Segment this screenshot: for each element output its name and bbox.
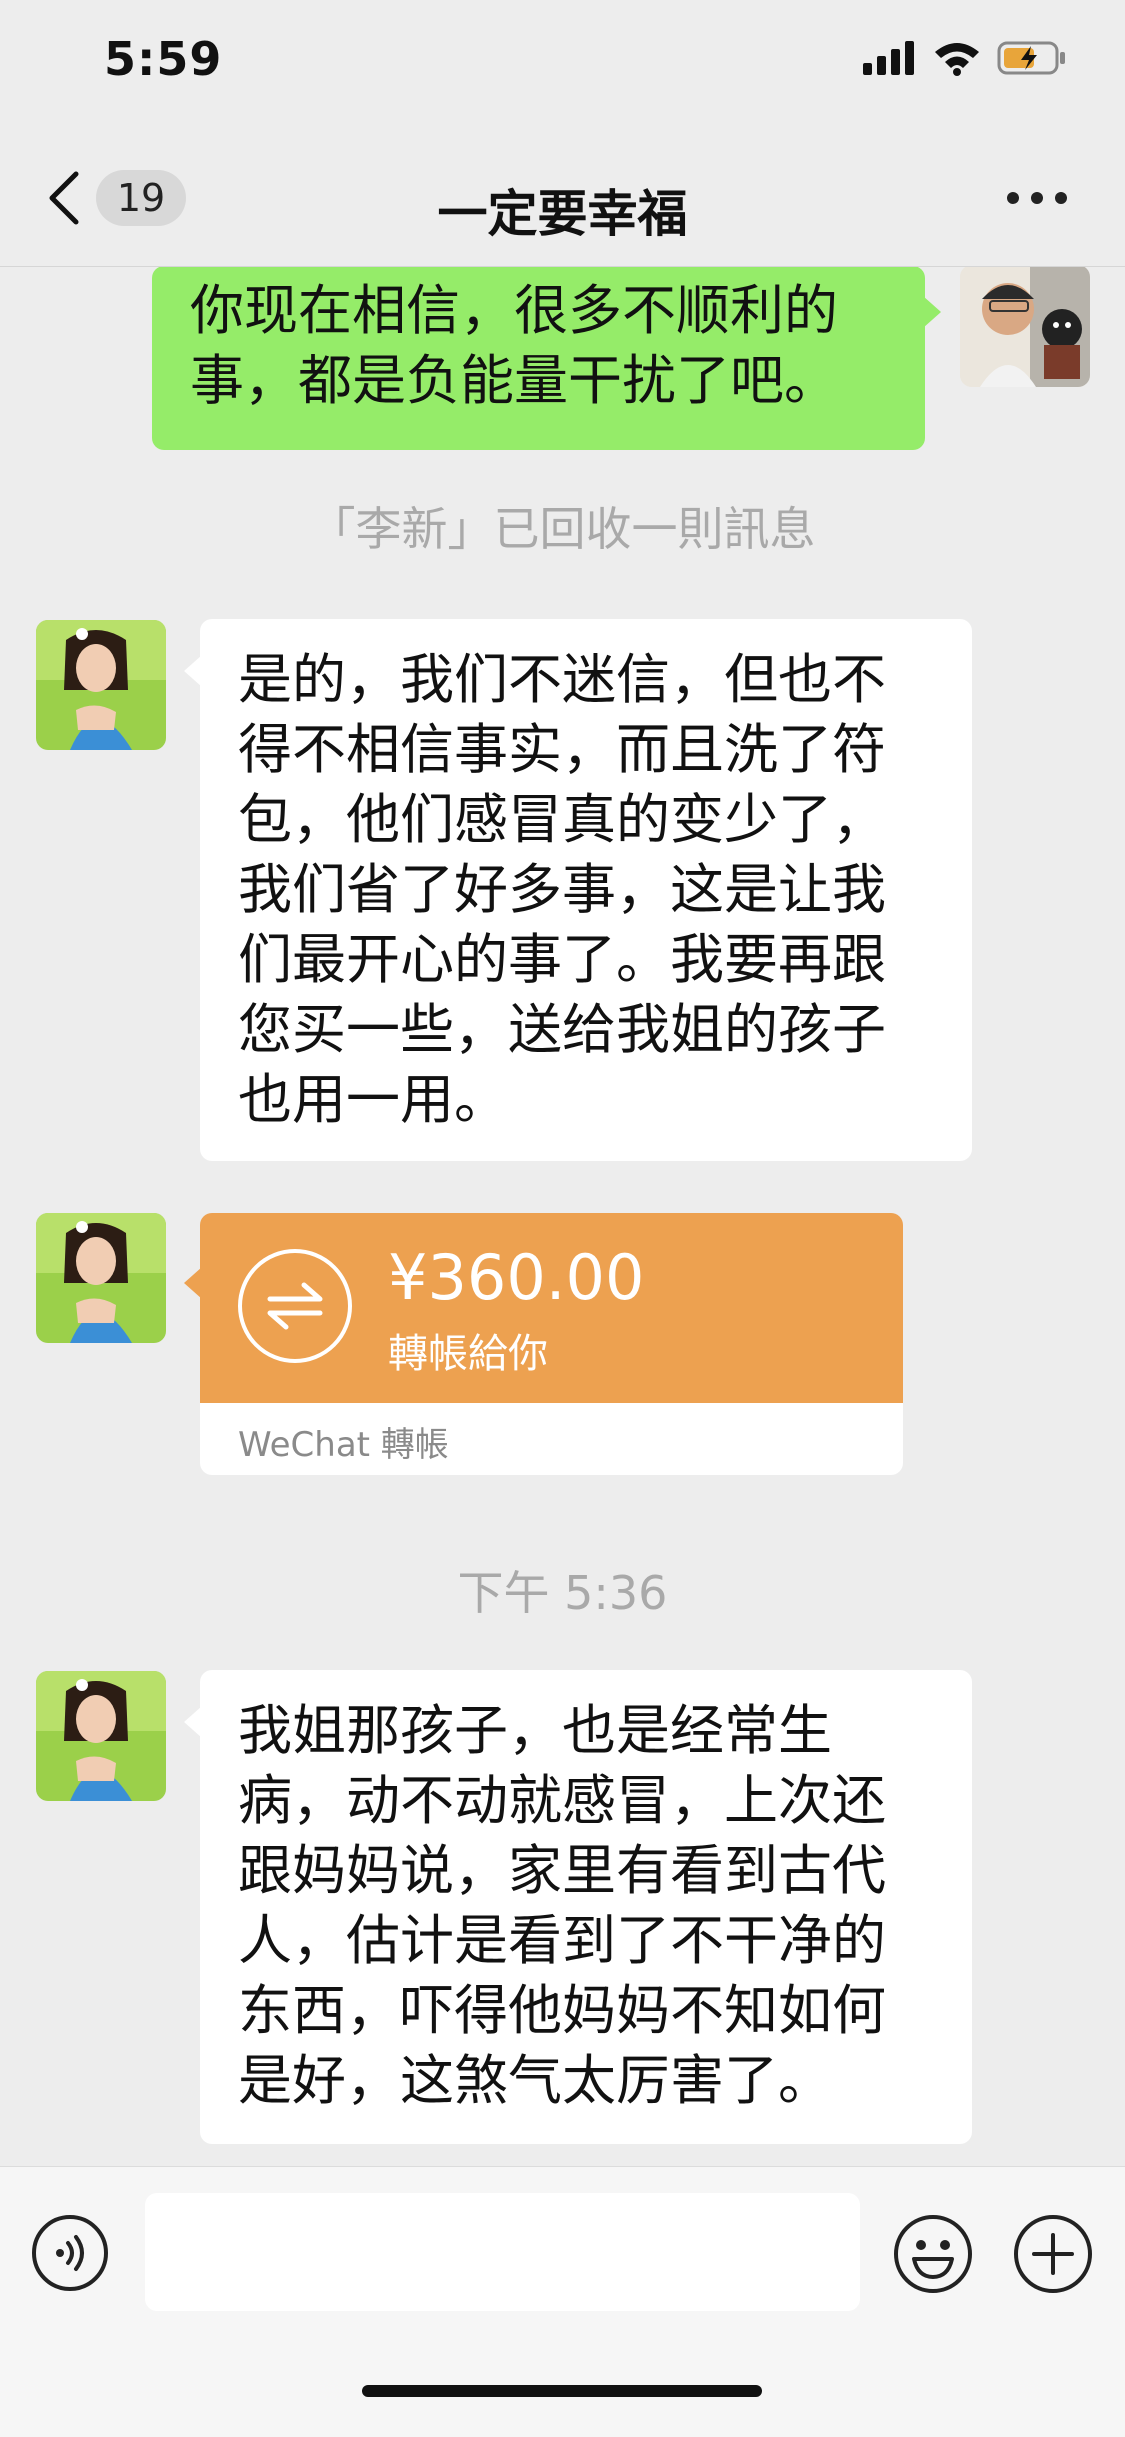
chat-header: 19 一定要幸福 bbox=[0, 130, 1125, 267]
more-dot bbox=[1055, 192, 1067, 204]
avatar-image bbox=[960, 267, 1090, 387]
voice-icon bbox=[32, 2215, 108, 2291]
avatar-image bbox=[36, 1671, 166, 1801]
recall-notice: 「李新」已回收一則訊息 bbox=[309, 502, 816, 556]
transfer-icon bbox=[238, 1249, 352, 1363]
status-bar: 5:59 bbox=[0, 0, 1125, 130]
input-bar bbox=[0, 2166, 1125, 2437]
contact-avatar[interactable] bbox=[36, 1671, 166, 1801]
transfer-arrows-icon bbox=[267, 1282, 323, 1330]
my-avatar[interactable] bbox=[960, 267, 1090, 387]
more-dot bbox=[1031, 192, 1043, 204]
avatar-image bbox=[36, 1213, 166, 1343]
plus-icon bbox=[1014, 2215, 1092, 2293]
incoming-message-bubble[interactable]: 我姐那孩子，也是经常生 病，动不动就感冒，上次还 跟妈妈说，家里有看到古代 人，… bbox=[184, 1670, 972, 2144]
emoji-button[interactable] bbox=[892, 2213, 974, 2295]
message-input[interactable] bbox=[145, 2193, 860, 2311]
outgoing-message-bubble[interactable]: 你现在相信，很多不顺利的 事，都是负能量干扰了吧。 bbox=[152, 267, 941, 450]
avatar-image bbox=[36, 620, 166, 750]
transfer-card[interactable]: ¥360.00 轉帳給你 WeChat 轉帳 bbox=[200, 1213, 903, 1475]
contact-avatar[interactable] bbox=[36, 620, 166, 750]
home-indicator[interactable] bbox=[362, 2385, 762, 2397]
contact-avatar[interactable] bbox=[36, 1213, 166, 1343]
transfer-amount: ¥360.00 bbox=[388, 1241, 645, 1314]
status-time: 5:59 bbox=[104, 32, 223, 86]
transfer-card-header: ¥360.00 轉帳給你 bbox=[200, 1213, 903, 1403]
transfer-brand-label: WeChat 轉帳 bbox=[238, 1425, 449, 1465]
message-list[interactable]: 你现在相信，很多不顺利的 事，都是负能量干扰了吧。 「李新」已回收一則訊息 是的… bbox=[0, 267, 1125, 2167]
wifi-icon bbox=[935, 43, 979, 76]
incoming-message-bubble[interactable]: 是的，我们不迷信，但也不 得不相信事实，而且洗了符 包，他们感冒真的变少了， 我… bbox=[184, 619, 972, 1161]
status-icons bbox=[863, 40, 1067, 76]
voice-input-button[interactable] bbox=[30, 2213, 110, 2293]
chat-title: 一定要幸福 bbox=[437, 185, 688, 243]
transfer-card-footer: WeChat 轉帳 bbox=[200, 1403, 903, 1475]
more-options-button[interactable] bbox=[1007, 192, 1067, 208]
battery-charging-icon bbox=[997, 41, 1065, 75]
transfer-description: 轉帳給你 bbox=[388, 1331, 548, 1377]
signal-icon bbox=[863, 41, 914, 75]
emoji-icon bbox=[894, 2215, 972, 2293]
more-dot bbox=[1007, 192, 1019, 204]
message-timestamp: 下午 5:36 bbox=[457, 1566, 668, 1620]
more-functions-button[interactable] bbox=[1012, 2213, 1094, 2295]
